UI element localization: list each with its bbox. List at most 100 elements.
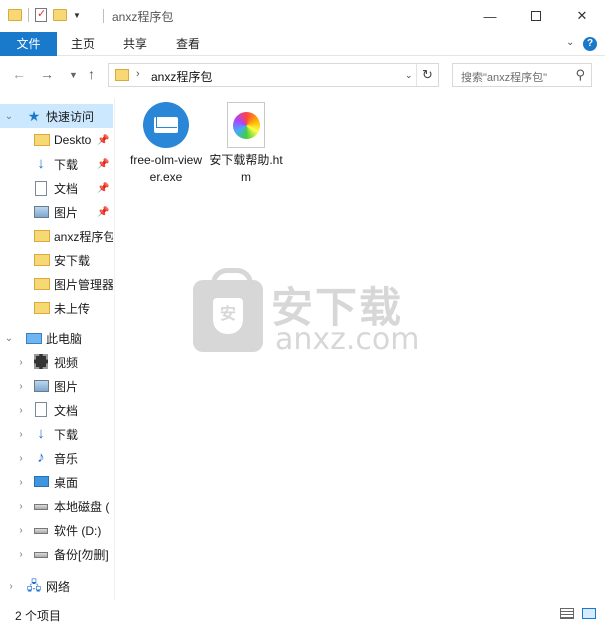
music-icon: ♪ bbox=[37, 449, 45, 466]
pin-icon[interactable]: 📌 bbox=[97, 135, 109, 146]
tab-file[interactable]: 文件 bbox=[0, 32, 57, 56]
watermark: 安 安下载 anxz.com bbox=[193, 268, 420, 360]
nav-item-label: 此电脑 bbox=[46, 331, 83, 346]
nav-item-anxz[interactable]: anxz程序包 bbox=[0, 224, 113, 248]
network-icon: 🖧 bbox=[26, 578, 42, 593]
drive-icon bbox=[34, 504, 48, 510]
help-icon[interactable]: ? bbox=[583, 37, 597, 51]
expand-chevron-icon[interactable]: › bbox=[16, 453, 26, 464]
picture-icon bbox=[34, 206, 49, 218]
expand-chevron-icon[interactable]: › bbox=[16, 381, 26, 392]
expand-chevron-icon[interactable]: › bbox=[6, 581, 16, 592]
new-folder-icon[interactable] bbox=[53, 9, 67, 21]
nav-item-desktop-pc[interactable]: › 桌面 bbox=[0, 470, 113, 494]
minimize-icon: — bbox=[483, 8, 497, 24]
nav-item-pc-documents[interactable]: › 文档 bbox=[0, 398, 113, 422]
nav-item-label: 图片 bbox=[54, 205, 79, 220]
shield-icon: 安 bbox=[213, 298, 243, 334]
address-dropdown-icon[interactable]: ⌄ bbox=[405, 70, 413, 81]
nav-item-local-disk[interactable]: › 本地磁盘 ( bbox=[0, 494, 113, 518]
maximize-button[interactable] bbox=[513, 0, 559, 32]
folder-icon bbox=[34, 302, 50, 314]
pane-divider[interactable] bbox=[114, 98, 115, 600]
file-item[interactable]: free-olm-viewer.exe bbox=[128, 102, 204, 186]
properties-icon[interactable] bbox=[35, 7, 47, 22]
maximize-icon bbox=[531, 11, 541, 21]
nav-item-downloads[interactable]: ↓ 下载 📌 bbox=[0, 152, 113, 176]
minimize-button[interactable]: — bbox=[467, 0, 513, 32]
folder-icon bbox=[34, 254, 50, 266]
address-bar[interactable]: › anxz程序包 ⌄ ↻ bbox=[108, 63, 439, 87]
expand-chevron-icon[interactable]: › bbox=[16, 549, 26, 560]
expand-chevron-icon[interactable]: › bbox=[16, 357, 26, 368]
collapse-chevron-icon[interactable]: ⌄ bbox=[4, 111, 14, 122]
nav-item-backup[interactable]: › 备份[勿删] bbox=[0, 542, 113, 566]
expand-chevron-icon[interactable]: › bbox=[16, 501, 26, 512]
collapse-chevron-icon[interactable]: ⌄ bbox=[4, 333, 14, 344]
nav-item-music[interactable]: › ♪ 音乐 bbox=[0, 446, 113, 470]
title-separator bbox=[103, 9, 104, 23]
nav-item-software-d[interactable]: › 软件 (D:) bbox=[0, 518, 113, 542]
nav-item-label: 视频 bbox=[54, 355, 79, 370]
nav-network[interactable]: › 🖧 网络 bbox=[0, 574, 113, 598]
nav-this-pc[interactable]: ⌄ 此电脑 bbox=[0, 326, 113, 350]
vertical-scrollbar[interactable] bbox=[597, 98, 605, 600]
nav-item-label: 本地磁盘 ( bbox=[54, 499, 110, 514]
expand-ribbon-icon[interactable]: ⌄ bbox=[566, 37, 574, 48]
status-bar: 2 个项目 bbox=[0, 600, 605, 627]
close-icon: ✕ bbox=[576, 8, 588, 23]
document-icon bbox=[35, 402, 47, 417]
video-icon bbox=[34, 354, 48, 369]
search-icon[interactable]: ⚲ bbox=[575, 67, 585, 83]
expand-chevron-icon[interactable]: › bbox=[16, 477, 26, 488]
nav-item-desktop[interactable]: Deskto 📌 bbox=[0, 128, 113, 152]
search-input[interactable]: 搜索"anxz程序包" ⚲ bbox=[452, 63, 592, 87]
customize-toolbar-icon[interactable]: ▼ bbox=[73, 11, 81, 20]
nav-item-videos[interactable]: › 视频 bbox=[0, 350, 113, 374]
watermark-text-en: anxz.com bbox=[275, 322, 420, 357]
nav-item-label: 音乐 bbox=[54, 451, 79, 466]
expand-chevron-icon[interactable]: › bbox=[16, 525, 26, 536]
pin-icon[interactable]: 📌 bbox=[97, 207, 109, 218]
nav-item-anxiazai[interactable]: 安下载 bbox=[0, 248, 113, 272]
pin-icon[interactable]: 📌 bbox=[97, 183, 109, 194]
back-arrow-icon[interactable]: ← bbox=[12, 66, 26, 82]
file-name: 安下载帮助.htm bbox=[209, 153, 283, 184]
navigation-bar: ← → ▼ ↑ › anxz程序包 ⌄ ↻ 搜索"anxz程序包" ⚲ bbox=[0, 60, 605, 90]
details-view-icon[interactable] bbox=[560, 608, 574, 619]
large-icons-view-icon[interactable] bbox=[582, 608, 596, 619]
folder-icon bbox=[34, 278, 50, 290]
nav-item-pc-downloads[interactable]: › ↓ 下载 bbox=[0, 422, 113, 446]
htm-file-icon bbox=[227, 102, 265, 148]
file-name: free-olm-viewer.exe bbox=[129, 153, 202, 184]
breadcrumb[interactable]: anxz程序包 bbox=[151, 68, 212, 85]
tab-home[interactable]: 主页 bbox=[62, 32, 104, 56]
expand-chevron-icon[interactable]: › bbox=[16, 429, 26, 440]
download-icon: ↓ bbox=[37, 425, 45, 442]
navigation-pane: ⌄ ★ 快速访问 Deskto 📌 ↓ 下载 📌 文档 📌 图片 📌 anxz程… bbox=[0, 98, 113, 600]
folder-icon bbox=[115, 69, 129, 81]
title-bar: ▼ anxz程序包 — ✕ bbox=[0, 0, 605, 32]
pin-icon[interactable]: 📌 bbox=[97, 159, 109, 170]
forward-arrow-icon[interactable]: → bbox=[40, 66, 54, 82]
folder-icon[interactable] bbox=[8, 9, 22, 21]
expand-chevron-icon[interactable]: › bbox=[16, 405, 26, 416]
nav-item-pc-pictures[interactable]: › 图片 bbox=[0, 374, 113, 398]
close-button[interactable]: ✕ bbox=[559, 0, 605, 32]
document-icon bbox=[35, 180, 47, 196]
refresh-icon[interactable]: ↻ bbox=[416, 64, 438, 86]
up-arrow-icon[interactable]: ↑ bbox=[88, 66, 95, 82]
nav-quick-access[interactable]: ⌄ ★ 快速访问 bbox=[0, 104, 113, 128]
nav-item-not-uploaded[interactable]: 未上传 bbox=[0, 296, 113, 320]
nav-item-label: 备份[勿删] bbox=[54, 547, 109, 562]
nav-item-picture-manager[interactable]: 图片管理器 bbox=[0, 272, 113, 296]
tab-share[interactable]: 共享 bbox=[114, 32, 156, 56]
nav-item-label: 软件 (D:) bbox=[54, 523, 102, 538]
breadcrumb-chevron-icon[interactable]: › bbox=[136, 68, 140, 80]
recent-locations-icon[interactable]: ▼ bbox=[69, 70, 78, 80]
nav-item-pictures[interactable]: 图片 📌 bbox=[0, 200, 113, 224]
file-item[interactable]: 安下载帮助.htm bbox=[208, 102, 284, 186]
nav-item-documents[interactable]: 文档 📌 bbox=[0, 176, 113, 200]
tab-view[interactable]: 查看 bbox=[167, 32, 209, 56]
desktop-icon bbox=[34, 476, 49, 487]
